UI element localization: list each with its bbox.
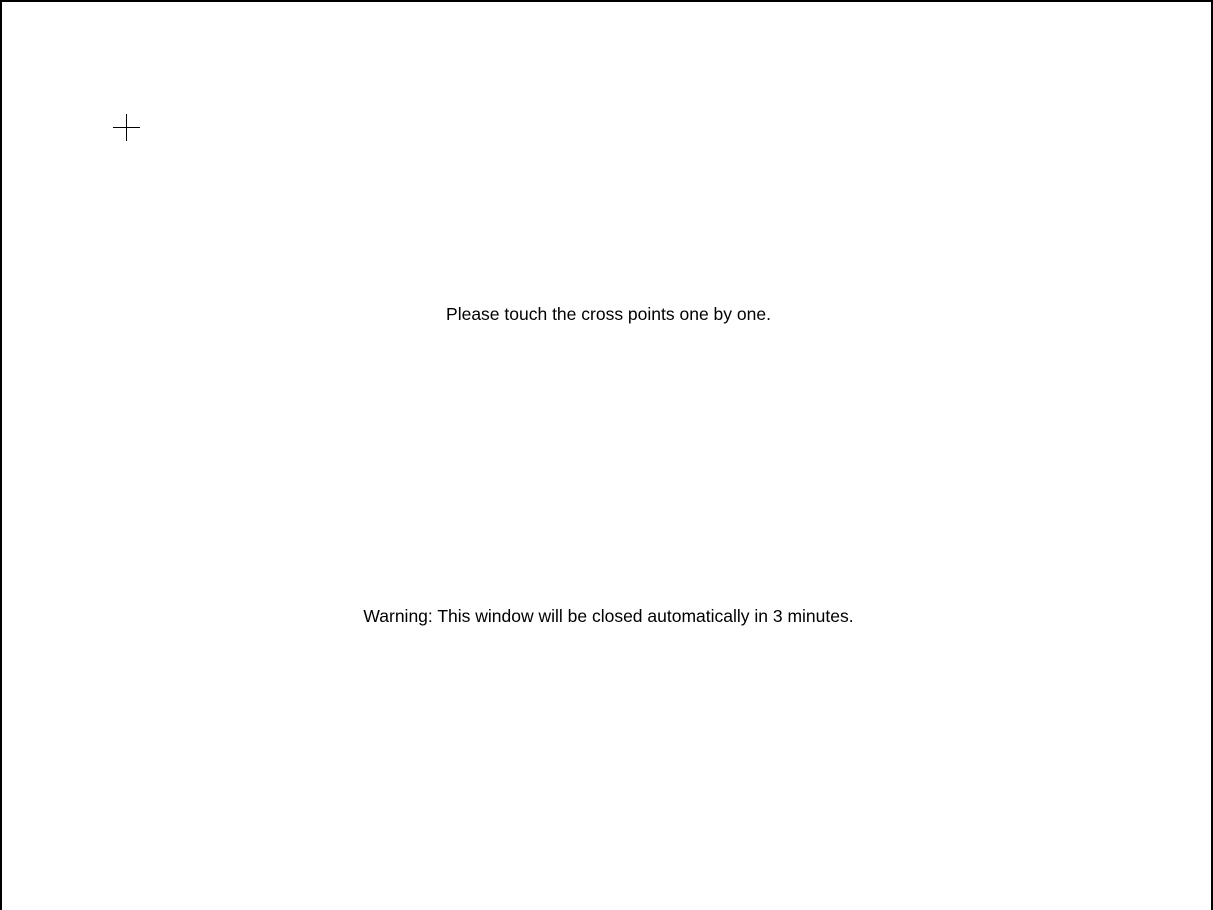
calibration-instruction: Please touch the cross points one by one…: [446, 304, 771, 324]
touch-calibration-window[interactable]: Please touch the cross points one by one…: [0, 0, 1213, 910]
crosshair-icon[interactable]: [113, 114, 140, 141]
auto-close-warning: Warning: This window will be closed auto…: [363, 606, 854, 626]
crosshair-vertical-line: [126, 114, 127, 141]
